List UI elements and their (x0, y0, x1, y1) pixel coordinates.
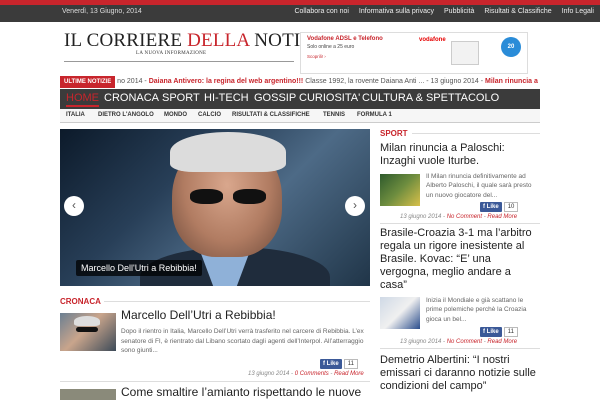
slider-next-arrow-icon[interactable]: › (345, 196, 365, 216)
subnav-mondo[interactable]: MONDO (164, 112, 187, 118)
subnav-dietro-angolo[interactable]: DIETRO L'ANGOLO (98, 112, 154, 118)
sport-article-1-title[interactable]: Milan rinuncia a Paloschi: Inzaghi vuole… (380, 142, 538, 168)
comments-link[interactable]: No Comment (447, 339, 482, 345)
article-thumbnail-2[interactable] (60, 389, 116, 400)
slider-photo-hair (170, 132, 286, 172)
featured-slider[interactable]: Marcello Dell'Utri a Rebibbia! ‹ › (60, 129, 370, 286)
subnav-tennis[interactable]: TENNIS (323, 112, 345, 118)
cronaca-article-excerpt: Dopo il rientro in Italia, Marcello Dell… (121, 328, 364, 354)
cronaca-article-title[interactable]: Marcello Dell’Utri a Rebibbia! (121, 309, 371, 322)
article-date: 13 giugno 2014 (248, 371, 290, 377)
mega-badge: 20 mega (501, 37, 521, 70)
ticker-headline-1[interactable]: Daiana Antivero: la regina del web argen… (149, 78, 304, 85)
top-link-risultati[interactable]: Risultati & Classifiche (484, 8, 551, 15)
cronaca-article-meta: 13 giugno 2014 - 0 Comments - Read More (248, 371, 364, 377)
article-date: 13 giugno 2014 (400, 214, 442, 220)
sport-article-3-title[interactable]: Demetrio Albertini: “I nostri emissari c… (380, 354, 540, 393)
current-date: Venerdì, 13 Giugno, 2014 (62, 8, 142, 15)
article-divider (380, 348, 540, 349)
facebook-like-widget[interactable]: f Like 11 (320, 359, 358, 369)
subnav-risultati[interactable]: RISULTATI & CLASSIFICHE (232, 112, 310, 118)
section-divider (412, 133, 540, 134)
section-divider (104, 301, 370, 302)
read-more-link[interactable]: Read More (487, 214, 517, 220)
like-count: 11 (343, 359, 358, 369)
logo-name: IL CORRIERE DELLA NOTIZIA (64, 30, 333, 51)
facebook-like-button[interactable]: f Like (320, 359, 342, 369)
sport-article-1-excerpt: Il Milan rinuncia definitivamente ad Alb… (426, 173, 532, 199)
facebook-like-button[interactable]: f Like (480, 327, 502, 337)
nav-curiosita[interactable]: CURIOSITA' (299, 92, 360, 104)
slider-caption[interactable]: Marcello Dell'Utri a Rebibbia! (76, 260, 202, 276)
banner-title: Vodafone ADSL e Telefono (307, 36, 383, 42)
slider-photo-sunglasses (188, 189, 268, 205)
top-bar: Venerdì, 13 Giugno, 2014 Collabora con n… (0, 0, 600, 22)
article-divider (380, 223, 540, 224)
sport-article-2-meta: 13 giugno 2014 - No Comment - Read More (400, 339, 518, 345)
sport-article-1-meta: 13 giugno 2014 - No Comment - Read More (400, 214, 518, 220)
vodafone-logo: vodafone (419, 37, 446, 43)
read-more-link[interactable]: Read More (487, 339, 517, 345)
banner-subtitle: Solo online a 25 euro (307, 44, 355, 50)
nav-sport[interactable]: SPORT (162, 92, 200, 104)
nav-cronaca[interactable]: CRONACA (104, 92, 159, 104)
like-count: 11 (503, 327, 518, 337)
facebook-like-widget[interactable]: f Like 10 (480, 202, 519, 212)
nav-cultura-spettacolo[interactable]: CULTURA & SPETTACOLO (362, 92, 499, 104)
sport-article-2-title[interactable]: Brasile-Croazia 3-1 ma l’arbitro regala … (380, 227, 540, 292)
sport-article-2-excerpt: Inizia il Mondiale e già scattano le pri… (426, 297, 527, 323)
slider-prev-arrow-icon[interactable]: ‹ (64, 196, 84, 216)
top-link-collabora[interactable]: Collabora con noi (294, 8, 348, 15)
facebook-like-button[interactable]: f Like (480, 202, 502, 212)
comments-link[interactable]: 0 Comments (295, 371, 329, 377)
banner-cta: Scoprili! › (307, 54, 326, 59)
top-link-info-legali[interactable]: Info Legali (562, 8, 594, 15)
cronaca-article-2-title[interactable]: Come smaltire l’amianto rispettando le n… (121, 386, 371, 399)
ticker-headline-2[interactable]: Milan rinuncia a (485, 78, 538, 85)
article-divider (60, 381, 370, 382)
main-navigation: HOME CRONACA SPORT HI-TECH GOSSIP CURIOS… (60, 89, 540, 109)
nav-hi-tech[interactable]: HI-TECH (204, 92, 249, 104)
comments-link[interactable]: No Comment (447, 214, 482, 220)
sport-article-2-thumbnail[interactable] (380, 297, 420, 329)
read-more-link[interactable]: Read More (334, 371, 364, 377)
section-title-sport[interactable]: SPORT (380, 129, 408, 138)
logo-tagline: LA NUOVA INFORMAZIONE (136, 51, 207, 56)
top-link-pubblicita[interactable]: Pubblicità (444, 8, 474, 15)
nav-home[interactable]: HOME (66, 92, 99, 107)
house-illustration-icon (451, 41, 479, 65)
subnav-italia[interactable]: ITALIA (66, 112, 85, 118)
ticker-text: no 2014 - Daiana Antivero: la regina del… (117, 78, 538, 85)
like-count: 10 (503, 202, 519, 212)
vodafone-banner-ad[interactable]: Vodafone ADSL e Telefono Solo online a 2… (300, 32, 528, 74)
article-date: 13 giugno 2014 (400, 339, 442, 345)
site-logo[interactable]: IL CORRIERE DELLA NOTIZIA LA NUOVA INFOR… (64, 30, 333, 62)
facebook-like-widget[interactable]: f Like 11 (480, 327, 518, 337)
ticker-label: ULTIME NOTIZIE (60, 76, 116, 88)
sub-navigation: ITALIA DIETRO L'ANGOLO MONDO CALCIO RISU… (60, 109, 540, 123)
top-links: Collabora con noi Informativa sulla priv… (294, 8, 594, 15)
top-link-privacy[interactable]: Informativa sulla privacy (359, 8, 434, 15)
nav-gossip[interactable]: GOSSIP (254, 92, 296, 104)
subnav-formula1[interactable]: FORMULA 1 (357, 112, 392, 118)
subnav-calcio[interactable]: CALCIO (198, 112, 221, 118)
article-thumbnail[interactable] (60, 313, 116, 351)
sport-article-1-thumbnail[interactable] (380, 174, 420, 206)
news-ticker: ULTIME NOTIZIE no 2014 - Daiana Antivero… (60, 76, 540, 88)
section-title-cronaca[interactable]: CRONACA (60, 297, 101, 306)
